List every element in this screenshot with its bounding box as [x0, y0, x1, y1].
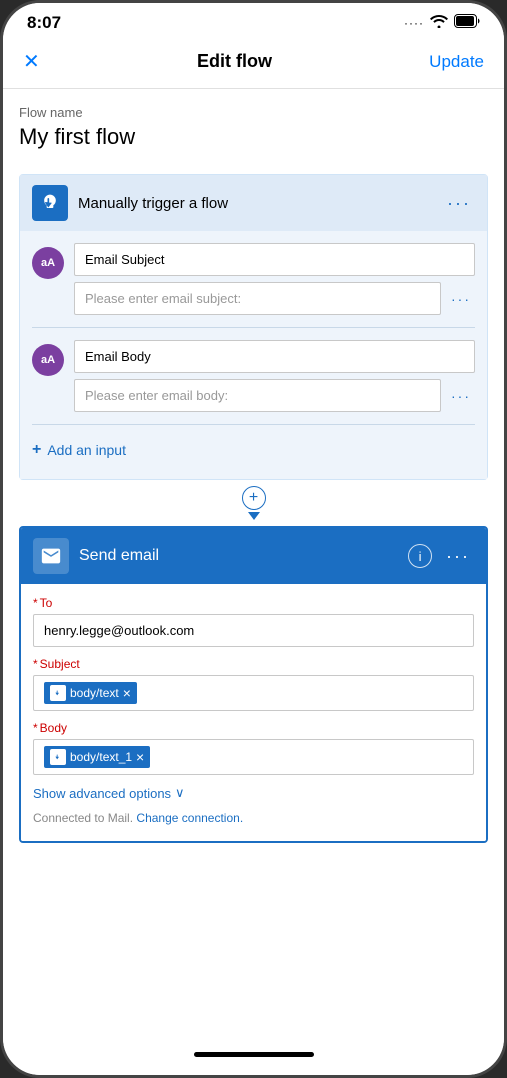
connector-plus-button[interactable]: + [242, 486, 266, 510]
add-input-button[interactable]: + Add an input [32, 437, 475, 463]
connector: + [19, 480, 488, 526]
show-advanced-button[interactable]: Show advanced options ∨ [33, 785, 474, 801]
wifi-icon [430, 14, 448, 33]
email-subject-label[interactable]: Email Subject [74, 243, 475, 276]
subject-tag-field[interactable]: body/text × [33, 675, 474, 711]
email-body-dots-button[interactable]: ··· [447, 388, 475, 404]
trigger-icon-box [32, 185, 68, 221]
battery-icon [454, 14, 480, 33]
signal-icon: ···· [404, 16, 424, 30]
content-area: Flow name My first flow Manually trigger… [3, 89, 504, 1042]
body-chip[interactable]: body/text_1 × [44, 746, 150, 768]
add-input-label: Add an input [47, 442, 126, 458]
action-card: Send email i ··· *To henry.legge@outlook… [19, 526, 488, 843]
to-required-star: * [33, 596, 38, 610]
action-dots-button[interactable]: ··· [442, 546, 474, 567]
email-subject-placeholder[interactable]: Please enter email subject: [74, 282, 441, 315]
email-subject-fields: Email Subject Please enter email subject… [74, 243, 475, 315]
email-subject-dots-button[interactable]: ··· [447, 291, 475, 307]
flow-name-section: Flow name My first flow [19, 105, 488, 150]
email-subject-placeholder-row: Please enter email subject: ··· [74, 282, 475, 315]
body-text-1-icon [53, 752, 63, 762]
body-text-icon [53, 688, 63, 698]
body-chip-text: body/text_1 [70, 750, 132, 764]
email-body-placeholder[interactable]: Please enter email body: [74, 379, 441, 412]
divider-2 [32, 424, 475, 425]
close-button[interactable]: ✕ [23, 49, 40, 74]
email-body-row: aA Email Body Please enter email body: ·… [32, 340, 475, 412]
email-body-fields: Email Body Please enter email body: ··· [74, 340, 475, 412]
subject-required-star: * [33, 657, 38, 671]
trigger-dots-button[interactable]: ··· [443, 193, 475, 214]
trigger-icon [40, 193, 60, 213]
trigger-title: Manually trigger a flow [78, 195, 433, 212]
status-time: 8:07 [27, 13, 61, 33]
change-connection-button[interactable]: Change connection. [136, 811, 243, 825]
top-nav: ✕ Edit flow Update [3, 39, 504, 89]
subject-chip-text: body/text [70, 686, 119, 700]
email-body-placeholder-row: Please enter email body: ··· [74, 379, 475, 412]
plus-icon: + [32, 441, 41, 459]
avatar-2: aA [32, 344, 64, 376]
email-icon [40, 545, 62, 567]
action-body: *To henry.legge@outlook.com *Subject bod [21, 584, 486, 841]
connection-text: Connected to Mail. [33, 811, 133, 825]
status-bar: 8:07 ···· [3, 3, 504, 39]
subject-label: *Subject [33, 657, 474, 671]
chevron-down-icon: ∨ [175, 785, 185, 801]
body-label: *Body [33, 721, 474, 735]
subject-chip[interactable]: body/text × [44, 682, 137, 704]
subject-chip-close-button[interactable]: × [123, 686, 131, 700]
email-subject-row: aA Email Subject Please enter email subj… [32, 243, 475, 315]
show-advanced-label: Show advanced options [33, 786, 171, 801]
to-input[interactable]: henry.legge@outlook.com [33, 614, 474, 647]
trigger-body: aA Email Subject Please enter email subj… [20, 231, 487, 479]
trigger-header: Manually trigger a flow ··· [20, 175, 487, 231]
flow-name-value: My first flow [19, 124, 488, 150]
status-icons: ···· [404, 14, 480, 33]
action-title: Send email [79, 547, 398, 565]
home-indicator [194, 1052, 314, 1057]
divider-1 [32, 327, 475, 328]
email-body-label[interactable]: Email Body [74, 340, 475, 373]
update-button[interactable]: Update [429, 52, 484, 72]
body-required-star: * [33, 721, 38, 735]
home-bar [3, 1042, 504, 1075]
avatar-1: aA [32, 247, 64, 279]
body-chip-close-button[interactable]: × [136, 750, 144, 764]
body-chip-icon [50, 749, 66, 765]
body-tag-field[interactable]: body/text_1 × [33, 739, 474, 775]
connector-arrow [248, 512, 260, 520]
action-header: Send email i ··· [21, 528, 486, 584]
page-title: Edit flow [197, 51, 272, 72]
info-button[interactable]: i [408, 544, 432, 568]
to-label: *To [33, 596, 474, 610]
connection-info: Connected to Mail. Change connection. [33, 811, 474, 825]
phone-frame: 8:07 ···· ✕ Edit flow Update [0, 0, 507, 1078]
subject-chip-icon [50, 685, 66, 701]
trigger-card: Manually trigger a flow ··· aA Email Sub… [19, 174, 488, 480]
flow-name-label: Flow name [19, 105, 488, 120]
action-icon-box [33, 538, 69, 574]
